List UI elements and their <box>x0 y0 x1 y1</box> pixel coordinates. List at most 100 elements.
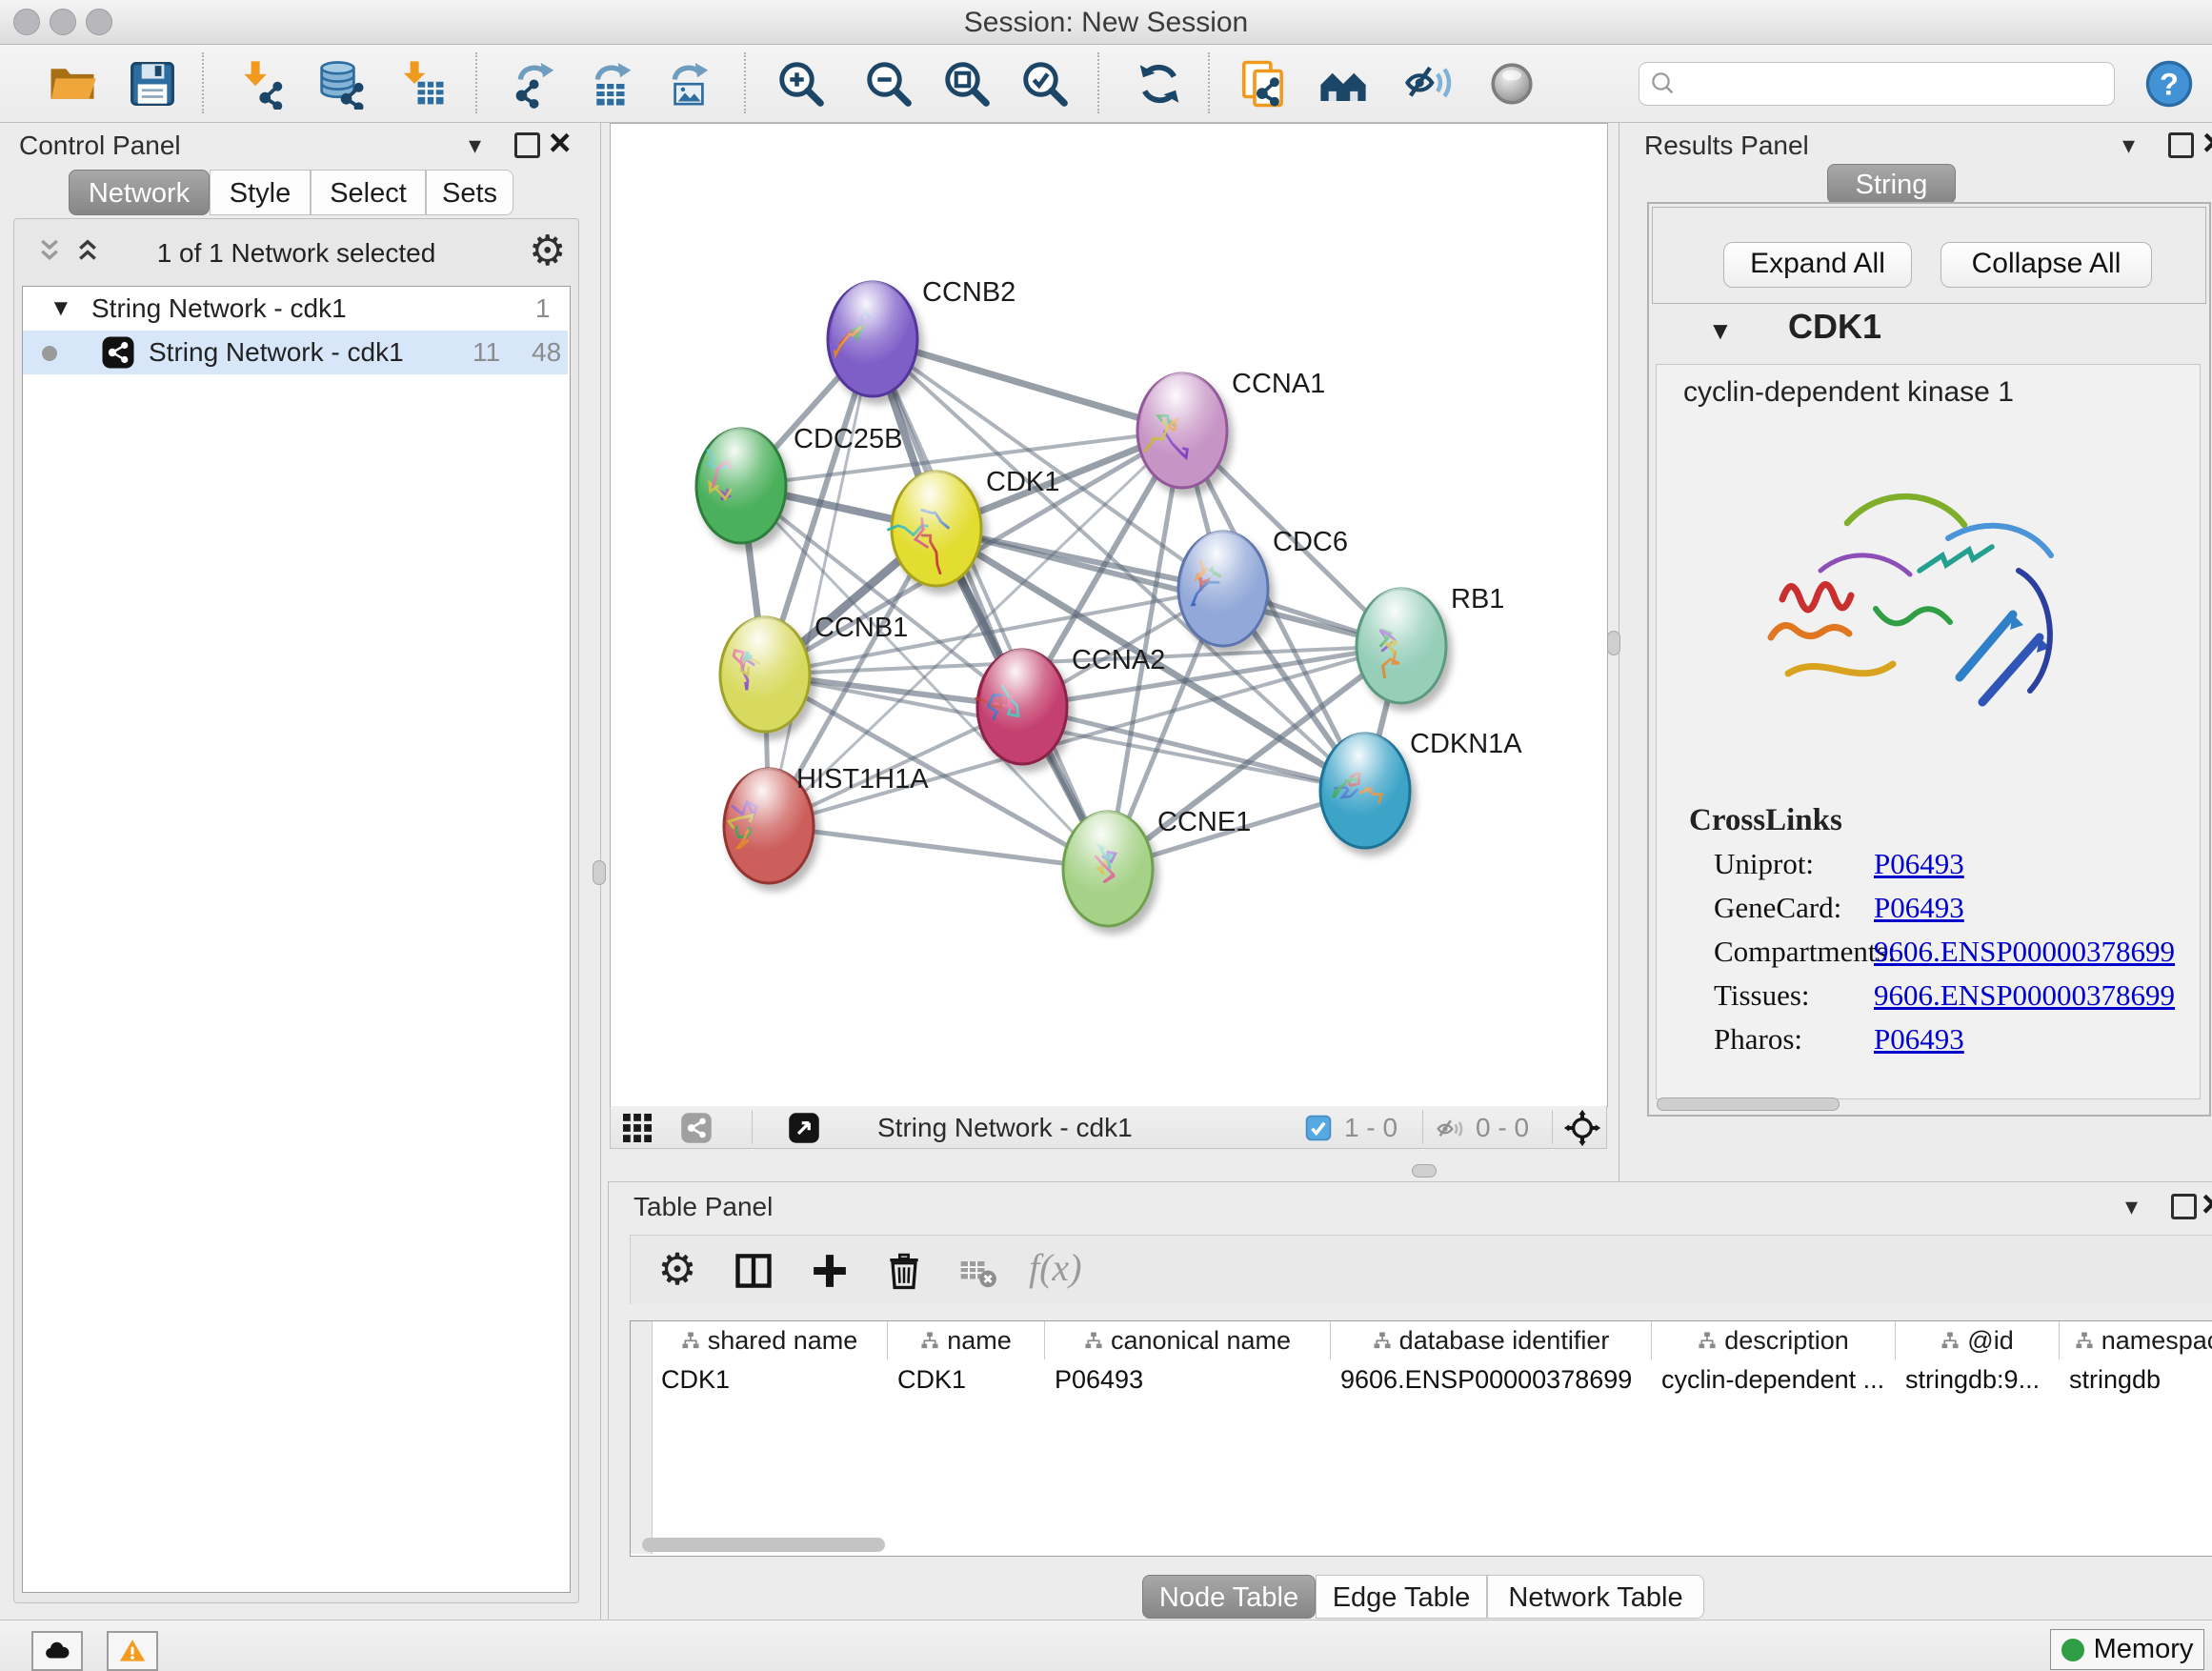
zoom-fit-icon[interactable] <box>939 56 995 111</box>
crosslink-link[interactable]: P06493 <box>1874 847 1964 881</box>
warnings-button[interactable] <box>107 1631 158 1671</box>
home-icon[interactable] <box>1316 56 1371 111</box>
delete-column-trash-icon[interactable] <box>880 1247 928 1295</box>
zoom-selected-icon[interactable] <box>1017 56 1073 111</box>
network-node-CDC25B[interactable]: CDC25B <box>696 424 902 543</box>
svg-text:CCNA2: CCNA2 <box>1072 645 1165 675</box>
export-image-icon[interactable] <box>661 56 716 111</box>
table-settings-gear-icon[interactable]: ⚙ <box>654 1245 701 1293</box>
toolbar-separator <box>1097 52 1099 113</box>
tab-select[interactable]: Select <box>311 170 426 215</box>
panel-menu-icon[interactable]: ▾ <box>2122 132 2135 157</box>
crosslink-link[interactable]: 9606.ENSP00000378699 <box>1874 978 2175 1013</box>
close-panel-icon[interactable]: × <box>2202 129 2212 157</box>
fit-selected-crosshair-icon[interactable] <box>1563 1109 1601 1147</box>
export-table-icon[interactable] <box>584 56 639 111</box>
toolbar-separator <box>475 52 477 113</box>
column-header-canonical-name[interactable]: canonical name <box>1045 1321 1331 1359</box>
network-row-selected[interactable]: String Network - cdk1 11 48 <box>23 331 568 374</box>
right-split-handle[interactable] <box>1607 631 1620 655</box>
column-header-namespace[interactable]: namespace <box>2060 1321 2212 1359</box>
open-session-icon[interactable] <box>45 56 100 111</box>
left-split-handle[interactable] <box>593 860 606 885</box>
crosslink-link[interactable]: P06493 <box>1874 891 1964 925</box>
float-panel-icon[interactable] <box>2168 132 2194 158</box>
crosslink-link[interactable]: 9606.ENSP00000378699 <box>1874 935 2175 969</box>
export-network-icon[interactable] <box>507 56 562 111</box>
hide-unhide-icon[interactable] <box>1402 56 1458 111</box>
save-session-icon[interactable] <box>125 56 180 111</box>
tab-style[interactable]: Style <box>210 170 311 215</box>
string-results-card: Expand All Collapse All ▼ CDK1 cyclin-de… <box>1647 202 2211 1117</box>
protein-structure-image <box>1733 456 2114 785</box>
network-node-RB1[interactable]: RB1 <box>1357 584 1504 703</box>
network-node-CDKN1A[interactable]: CDKN1A <box>1320 729 1522 848</box>
zoom-out-icon[interactable] <box>861 56 916 111</box>
table-cell[interactable]: stringdb:9... <box>1901 1360 2060 1399</box>
collapse-all-button[interactable]: Collapse All <box>1941 242 2152 288</box>
search-input[interactable] <box>1683 69 2087 100</box>
memory-button[interactable]: Memory <box>2050 1629 2204 1670</box>
tab-network-table[interactable]: Network Table <box>1487 1575 1704 1619</box>
column-header-name[interactable]: name <box>888 1321 1045 1359</box>
table-hscrollbar[interactable] <box>642 1538 885 1552</box>
crosslink-label: Tissues: <box>1714 978 1810 1013</box>
function-builder-icon: f(x) <box>1029 1245 1082 1290</box>
column-header-shared-name[interactable]: shared name <box>652 1321 888 1359</box>
tab-edge-table[interactable]: Edge Table <box>1316 1575 1487 1619</box>
help-icon[interactable]: ? <box>2142 56 2197 111</box>
memory-status-dot-icon <box>2061 1639 2084 1661</box>
tab-sets[interactable]: Sets <box>426 170 513 215</box>
gene-expander-icon[interactable]: ▼ <box>1708 316 1733 346</box>
toolbar-separator <box>744 52 746 113</box>
grid-view-icon[interactable] <box>620 1111 654 1145</box>
crosslink-label: Uniprot: <box>1714 847 1814 881</box>
collection-expander-icon[interactable]: ▼ <box>50 287 72 331</box>
show-columns-icon[interactable] <box>730 1247 777 1295</box>
column-header-description[interactable]: description <box>1652 1321 1896 1359</box>
sphere-icon[interactable] <box>1484 56 1539 111</box>
close-panel-icon[interactable]: × <box>2202 1190 2212 1218</box>
network-collection-row[interactable]: ▼ String Network - cdk1 1 <box>23 287 568 331</box>
table-cell[interactable]: CDK1 <box>657 1360 888 1399</box>
table-cell[interactable]: 9606.ENSP00000378699 <box>1337 1360 1652 1399</box>
share-view-icon[interactable] <box>679 1111 714 1145</box>
clone-network-icon[interactable] <box>1236 56 1291 111</box>
float-panel-icon[interactable] <box>514 132 540 158</box>
network-node-HIST1H1A[interactable]: HIST1H1A <box>724 764 929 883</box>
import-network-database-icon[interactable] <box>314 56 370 111</box>
results-hscrollbar[interactable] <box>1657 1097 1840 1111</box>
network-list-box: 1 of 1 Network selected ⚙ ▼ String Netwo… <box>13 218 579 1603</box>
import-network-file-icon[interactable] <box>235 56 291 111</box>
float-panel-icon[interactable] <box>2171 1194 2197 1219</box>
refresh-view-icon[interactable] <box>1132 56 1187 111</box>
table-cell[interactable]: CDK1 <box>894 1360 1045 1399</box>
bottom-split-handle[interactable] <box>1412 1164 1437 1178</box>
network-node-CCNB2[interactable]: CCNB2 <box>828 277 1016 396</box>
add-column-icon[interactable] <box>806 1247 854 1295</box>
network-node-CCNA1[interactable]: CCNA1 <box>1137 369 1325 488</box>
tab-network[interactable]: Network <box>69 170 210 215</box>
selected-checkbox-icon[interactable] <box>1304 1114 1333 1142</box>
zoom-in-icon[interactable] <box>774 56 829 111</box>
tab-string[interactable]: String <box>1827 164 1956 204</box>
crosslink-link[interactable]: P06493 <box>1874 1022 1964 1057</box>
expand-all-button[interactable]: Expand All <box>1723 242 1912 288</box>
column-header--id[interactable]: @id <box>1896 1321 2060 1359</box>
tab-node-table[interactable]: Node Table <box>1142 1575 1316 1619</box>
birds-eye-view-icon[interactable] <box>787 1111 821 1145</box>
panel-menu-icon[interactable]: ▾ <box>469 132 481 157</box>
network-node-CCNE1[interactable]: CCNE1 <box>1063 807 1251 926</box>
cloud-status-button[interactable] <box>31 1631 83 1671</box>
network-options-gear-icon[interactable]: ⚙ <box>529 227 566 275</box>
hidden-eye-slash-icon[interactable] <box>1436 1114 1466 1144</box>
title-bar: Session: New Session <box>0 0 2212 45</box>
import-table-icon[interactable] <box>394 56 450 111</box>
table-cell[interactable]: cyclin-dependent ... <box>1658 1360 1896 1399</box>
table-cell[interactable]: P06493 <box>1051 1360 1331 1399</box>
table-cell[interactable]: stringdb <box>2065 1360 2212 1399</box>
close-panel-icon[interactable]: × <box>549 129 571 157</box>
panel-menu-icon[interactable]: ▾ <box>2125 1194 2138 1218</box>
column-header-database-identifier[interactable]: database identifier <box>1331 1321 1652 1359</box>
network-canvas[interactable]: CCNB2CCNA1CDC25BCDK1CDC6RB1CCNB1CCNA2CDK… <box>610 123 1608 1107</box>
